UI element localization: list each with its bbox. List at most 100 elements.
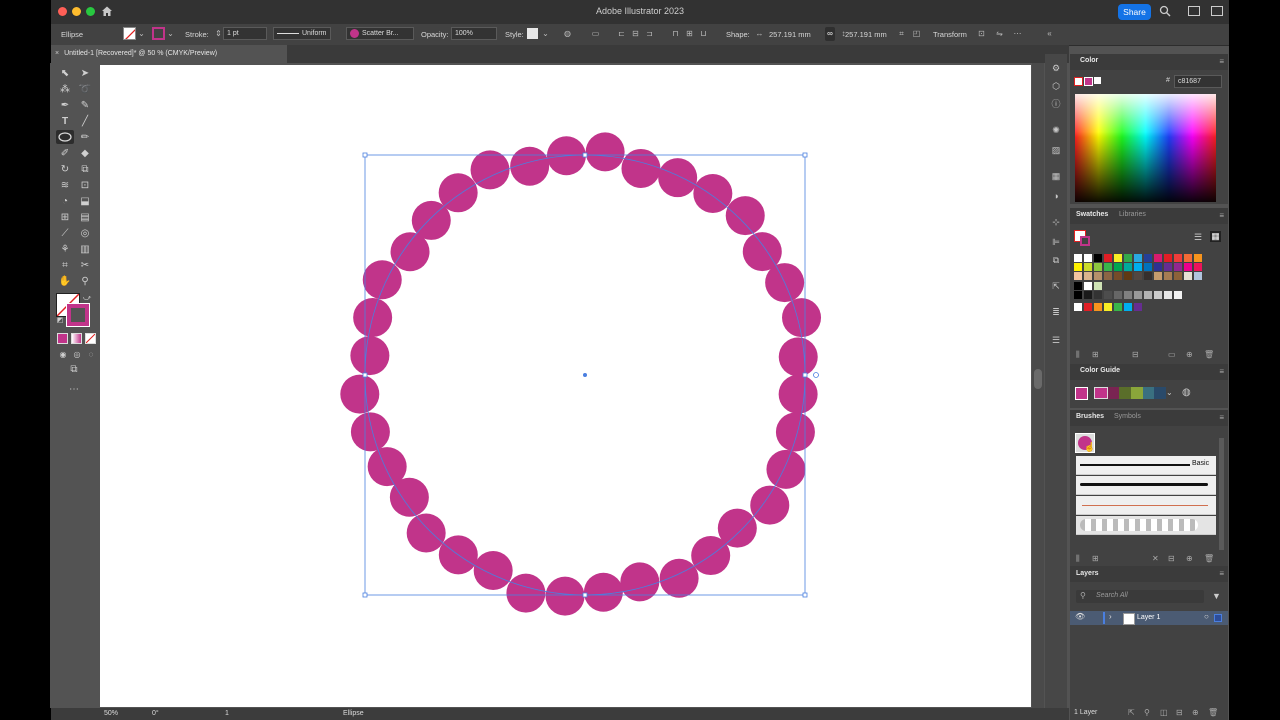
- draw-inside-icon[interactable]: ◌: [84, 348, 98, 362]
- rotation-value[interactable]: 0°: [152, 710, 159, 717]
- color-swatch[interactable]: [1184, 254, 1192, 262]
- locate-object-icon[interactable]: ⚲: [1144, 708, 1150, 717]
- recolor-artwork-icon[interactable]: ◍: [563, 29, 572, 38]
- color-swatch[interactable]: [1124, 303, 1132, 311]
- brush-options-icon[interactable]: ⊟: [1168, 554, 1175, 563]
- color-fill-mini[interactable]: [1074, 77, 1083, 86]
- library-panel-icon[interactable]: ⊞: [1092, 554, 1099, 563]
- color-swatch[interactable]: [1134, 272, 1142, 280]
- color-swatch[interactable]: [1144, 291, 1152, 299]
- color-swatch[interactable]: [1094, 272, 1102, 280]
- edit-colors-icon[interactable]: ◍: [1182, 387, 1191, 398]
- chevron-down-icon[interactable]: ⌄: [1166, 388, 1173, 397]
- color-swatch[interactable]: [1094, 254, 1102, 262]
- rotate-tool-icon[interactable]: ↻: [58, 163, 72, 177]
- close-tab-icon[interactable]: ×: [55, 50, 59, 57]
- variable-width-profile-dropdown[interactable]: Uniform: [273, 27, 331, 40]
- draw-normal-icon[interactable]: ◉: [56, 348, 70, 362]
- align-panel-icon[interactable]: ⊫: [1050, 236, 1062, 248]
- scale-tool-icon[interactable]: ⧉: [78, 163, 92, 177]
- scroll-thumb[interactable]: [1034, 369, 1042, 389]
- align-bottom-icon[interactable]: ⊔: [699, 29, 708, 38]
- gradient-icon[interactable]: ▦: [1050, 170, 1062, 182]
- curvature-tool-icon[interactable]: ✎: [78, 99, 92, 113]
- zoom-tool-icon[interactable]: ⚲: [78, 275, 92, 289]
- color-swatch[interactable]: [1104, 303, 1112, 311]
- artboard[interactable]: [100, 65, 1031, 707]
- delete-swatch-icon[interactable]: 🗑: [1204, 350, 1214, 359]
- color-swatch[interactable]: [1084, 272, 1092, 280]
- swap-fill-stroke-icon[interactable]: ⤻: [80, 291, 94, 305]
- color-swatch[interactable]: [1134, 291, 1142, 299]
- brushes-scrollbar[interactable]: [1219, 438, 1224, 550]
- reflect-icon[interactable]: ⇋: [995, 29, 1004, 38]
- color-swatch[interactable]: [1094, 282, 1102, 290]
- chevron-right-icon[interactable]: ›: [1109, 612, 1112, 621]
- color-swatch[interactable]: [1114, 263, 1122, 271]
- chevron-down-icon[interactable]: ⌄: [166, 29, 175, 38]
- free-transform-icon[interactable]: ⊡: [78, 179, 92, 193]
- pen-tool-icon[interactable]: ✒: [58, 99, 72, 113]
- magic-wand-icon[interactable]: ⁂: [58, 83, 72, 97]
- scatter-brush-thumb[interactable]: ☝: [1075, 433, 1095, 453]
- harmony-swatches[interactable]: [1094, 387, 1167, 399]
- new-brush-icon[interactable]: ⊕: [1186, 554, 1193, 563]
- graphic-styles-icon[interactable]: ▨: [1050, 144, 1062, 156]
- color-stroke-mini[interactable]: [1084, 77, 1093, 86]
- color-swatch[interactable]: [1164, 291, 1172, 299]
- color-swatch[interactable]: [1084, 291, 1092, 299]
- color-swatch[interactable]: [1174, 291, 1182, 299]
- selection-tool-icon[interactable]: ⬉: [58, 67, 72, 81]
- export-icon[interactable]: ⇱: [1050, 280, 1062, 292]
- filter-icon[interactable]: ▼: [1212, 591, 1221, 601]
- brush-arrow[interactable]: [1076, 496, 1216, 515]
- color-swatch[interactable]: [1124, 291, 1132, 299]
- color-swatch[interactable]: [1084, 254, 1092, 262]
- align-top-icon[interactable]: ⊓: [671, 29, 680, 38]
- height-value[interactable]: 257.191 mm: [845, 30, 887, 39]
- default-colors-icon[interactable]: ◩: [53, 314, 67, 328]
- panel-menu-icon[interactable]: ≡: [1219, 211, 1224, 220]
- delete-layer-icon[interactable]: 🗑: [1208, 708, 1218, 717]
- share-button[interactable]: Share: [1118, 4, 1151, 20]
- constrain-link-icon[interactable]: ∞: [825, 27, 835, 41]
- tab-brushes[interactable]: Brushes: [1076, 413, 1104, 420]
- color-swatch[interactable]: [1124, 272, 1132, 280]
- document-tab[interactable]: × Untitled-1 [Recovered]* @ 50 % (CMYK/Pr…: [51, 45, 287, 63]
- color-white-mini[interactable]: [1094, 77, 1101, 84]
- color-swatch[interactable]: [1074, 303, 1082, 311]
- chevron-down-icon[interactable]: ⌄: [541, 29, 550, 38]
- paintbrush-tool-icon[interactable]: ✏: [78, 131, 92, 145]
- corner-icon[interactable]: ⌗: [897, 29, 906, 38]
- hand-tool-icon[interactable]: ✋: [58, 275, 72, 289]
- stroke-panel-icon[interactable]: ≣: [1050, 306, 1062, 318]
- panel-menu-icon[interactable]: ≡: [1219, 413, 1224, 422]
- overflow-menu-icon[interactable]: ⋯: [1013, 29, 1022, 38]
- color-swatch[interactable]: [1164, 263, 1172, 271]
- brush-libraries-icon[interactable]: ⫼: [1076, 554, 1080, 564]
- swatch-libraries-icon[interactable]: ⫼: [1076, 350, 1080, 360]
- chevron-down-icon[interactable]: ⌄: [137, 29, 146, 38]
- panels-icon[interactable]: [1211, 6, 1223, 16]
- color-swatch[interactable]: [1114, 254, 1122, 262]
- tab-swatches[interactable]: Swatches: [1076, 211, 1108, 218]
- color-swatch[interactable]: [1154, 291, 1162, 299]
- menu-icon[interactable]: ☰: [1050, 334, 1062, 346]
- screen-mode-icon[interactable]: ⧉: [67, 363, 81, 377]
- new-layer-icon[interactable]: ⊕: [1192, 708, 1199, 717]
- edit-toolbar-icon[interactable]: ⋯: [67, 383, 81, 397]
- color-swatch[interactable]: [1104, 272, 1112, 280]
- panel-menu-icon[interactable]: ≡: [1219, 569, 1224, 578]
- 3d-icon[interactable]: ⬡: [1050, 80, 1062, 92]
- fill-swatch[interactable]: [123, 27, 136, 40]
- hex-field[interactable]: c81687: [1174, 75, 1222, 88]
- color-swatch[interactable]: [1174, 254, 1182, 262]
- layers-search-input[interactable]: ⚲ Search All: [1076, 590, 1204, 603]
- panel-menu-icon[interactable]: ≡: [1219, 367, 1224, 376]
- search-icon[interactable]: [1159, 5, 1171, 17]
- color-swatch[interactable]: [1114, 272, 1122, 280]
- color-swatch[interactable]: [1174, 272, 1182, 280]
- new-sublayer-icon[interactable]: ⊟: [1176, 708, 1183, 717]
- color-swatch[interactable]: [1134, 254, 1142, 262]
- warp-tool-icon[interactable]: ≋: [58, 179, 72, 193]
